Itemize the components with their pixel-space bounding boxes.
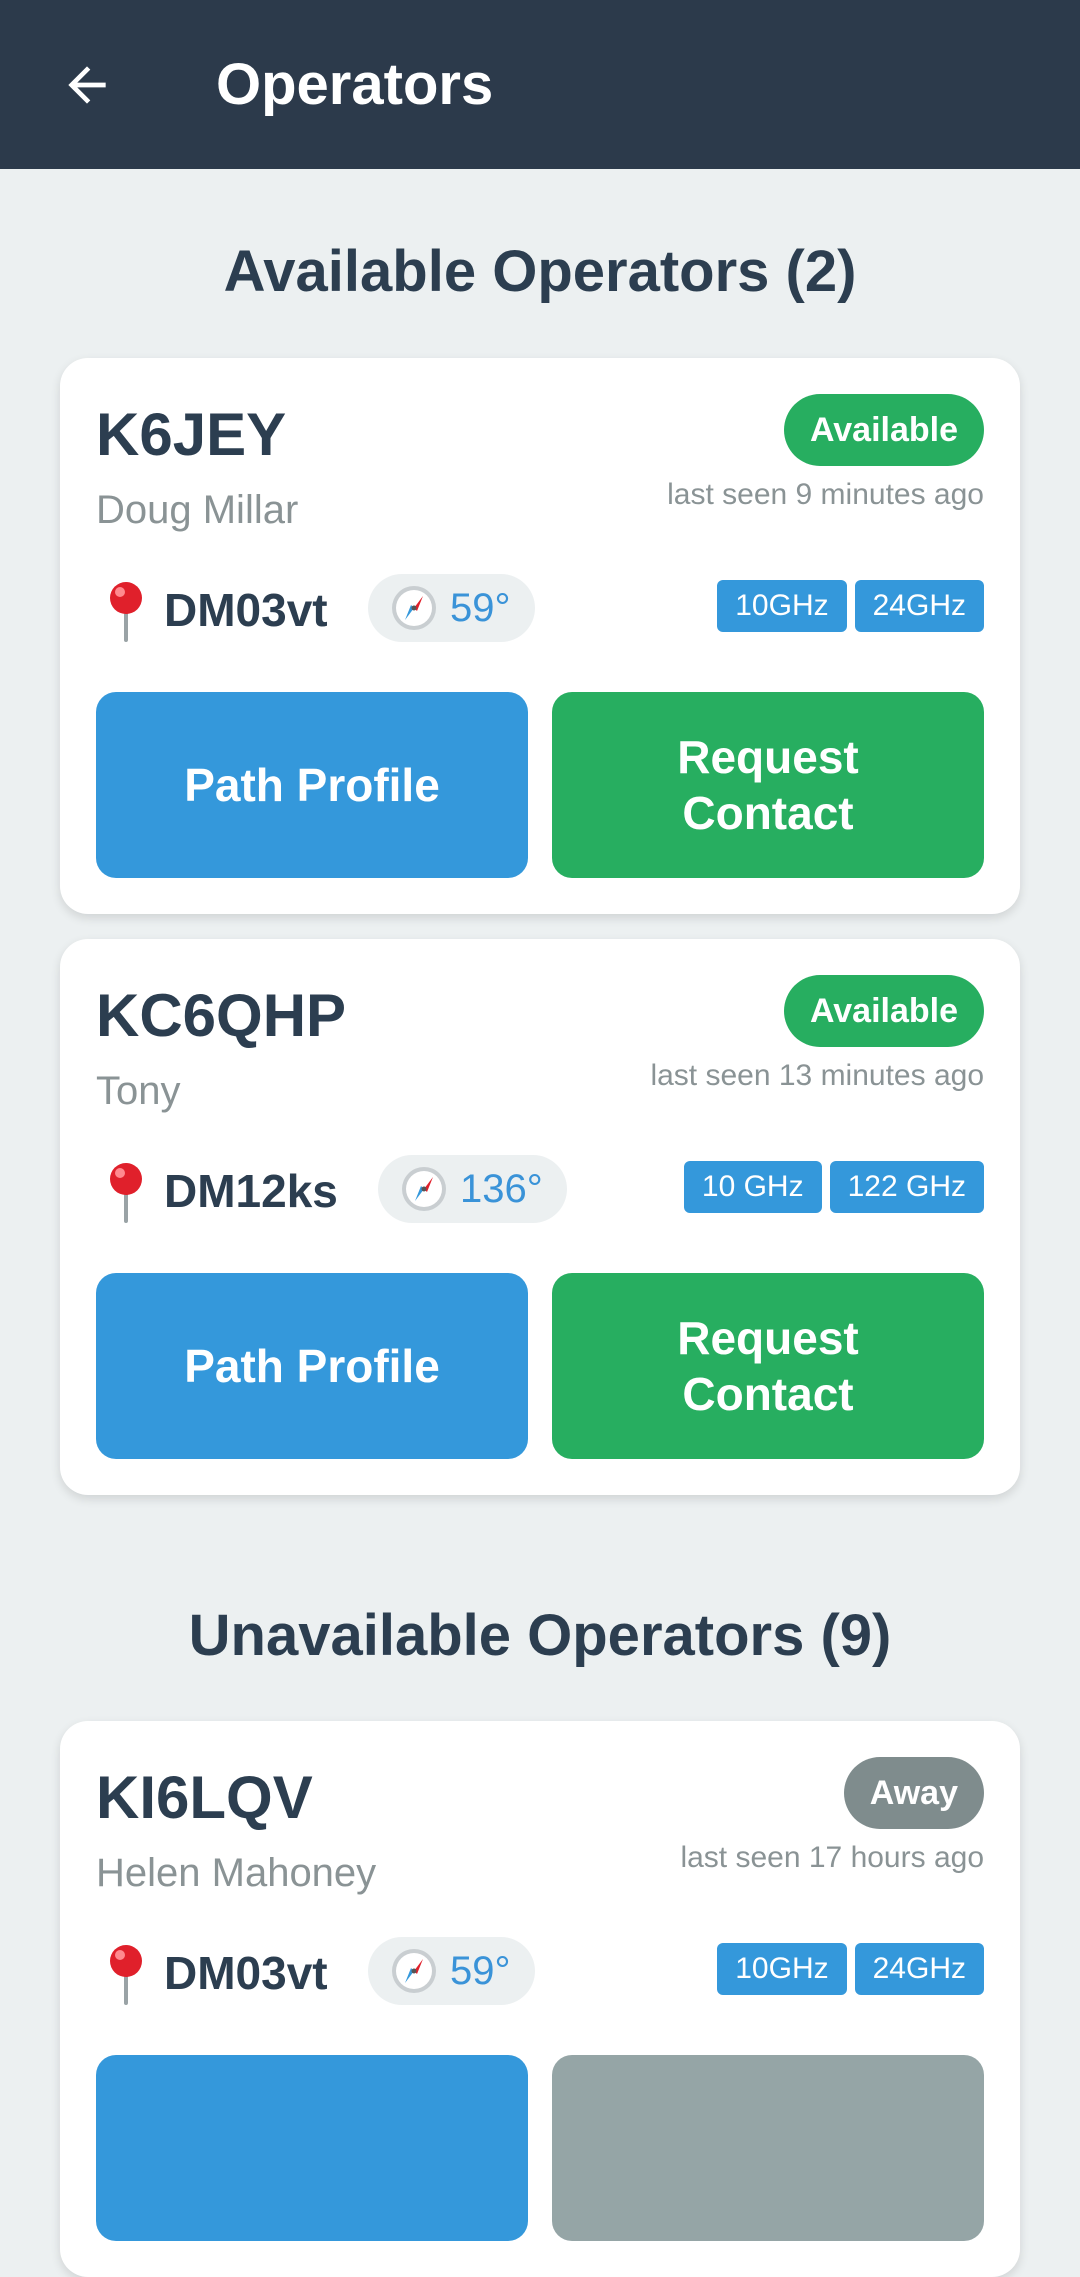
- bearing-value: 59°: [450, 1948, 511, 1993]
- operator-name: Doug Millar: [96, 488, 299, 532]
- band-tag: 10 GHz: [683, 1161, 822, 1213]
- bearing-pill: 59°: [368, 574, 535, 642]
- bearing-pill: 59°: [368, 1937, 535, 2005]
- band-tag: 122 GHz: [829, 1161, 984, 1213]
- operator-name: Helen Mahoney: [96, 1851, 377, 1895]
- status-badge: Available: [783, 394, 984, 466]
- pin-icon: [110, 582, 142, 642]
- bearing-pill: 136°: [378, 1155, 567, 1223]
- band-list: 10 GHz 122 GHz: [683, 1161, 984, 1213]
- band-list: 10GHz 24GHz: [717, 1943, 984, 1995]
- status-badge: Away: [843, 1757, 984, 1829]
- callsign: KI6LQV: [96, 1764, 313, 1831]
- grid-locator: DM03vt: [164, 1947, 328, 1999]
- bearing-value: 136°: [460, 1166, 543, 1211]
- path-profile-button[interactable]: Path Profile: [96, 692, 528, 878]
- compass-icon: [402, 1167, 446, 1211]
- callsign: KC6QHP: [96, 982, 347, 1049]
- request-contact-button-disabled: [552, 2055, 984, 2241]
- request-contact-button[interactable]: Request Contact: [552, 692, 984, 878]
- status-badge: Available: [783, 975, 984, 1047]
- operator-card: KI6LQV Helen Mahoney Away last seen 17 h…: [60, 1721, 1020, 2277]
- bearing-value: 59°: [450, 585, 511, 630]
- band-tag: 10GHz: [717, 1943, 847, 1995]
- pin-icon: [110, 1945, 142, 2005]
- operator-card: KC6QHP Tony Available last seen 13 minut…: [60, 939, 1020, 1495]
- grid-locator: DM03vt: [164, 584, 328, 636]
- request-contact-button[interactable]: Request Contact: [552, 1273, 984, 1459]
- back-button[interactable]: [52, 50, 122, 120]
- last-seen: last seen 13 minutes ago: [650, 1059, 984, 1092]
- app-bar: Operators: [0, 0, 1080, 169]
- grid-locator: DM12ks: [164, 1165, 338, 1217]
- operator-card: K6JEY Doug Millar Available last seen 9 …: [60, 358, 1020, 914]
- path-profile-button[interactable]: Path Profile: [96, 1273, 528, 1459]
- available-section-title: Available Operators (2): [223, 239, 857, 304]
- compass-icon: [392, 1949, 436, 1993]
- page-title: Operators: [216, 52, 494, 117]
- operator-name: Tony: [96, 1069, 181, 1113]
- path-profile-button[interactable]: [96, 2055, 528, 2241]
- last-seen: last seen 17 hours ago: [680, 1841, 984, 1874]
- last-seen: last seen 9 minutes ago: [667, 478, 984, 511]
- callsign: K6JEY: [96, 401, 287, 468]
- arrow-left-icon: [68, 66, 106, 104]
- unavailable-section-title: Unavailable Operators (9): [188, 1603, 892, 1668]
- band-tag: 24GHz: [854, 580, 984, 632]
- pin-icon: [110, 1163, 142, 1223]
- band-tag: 10GHz: [717, 580, 847, 632]
- compass-icon: [392, 586, 436, 630]
- band-tag: 24GHz: [854, 1943, 984, 1995]
- band-list: 10GHz 24GHz: [717, 580, 984, 632]
